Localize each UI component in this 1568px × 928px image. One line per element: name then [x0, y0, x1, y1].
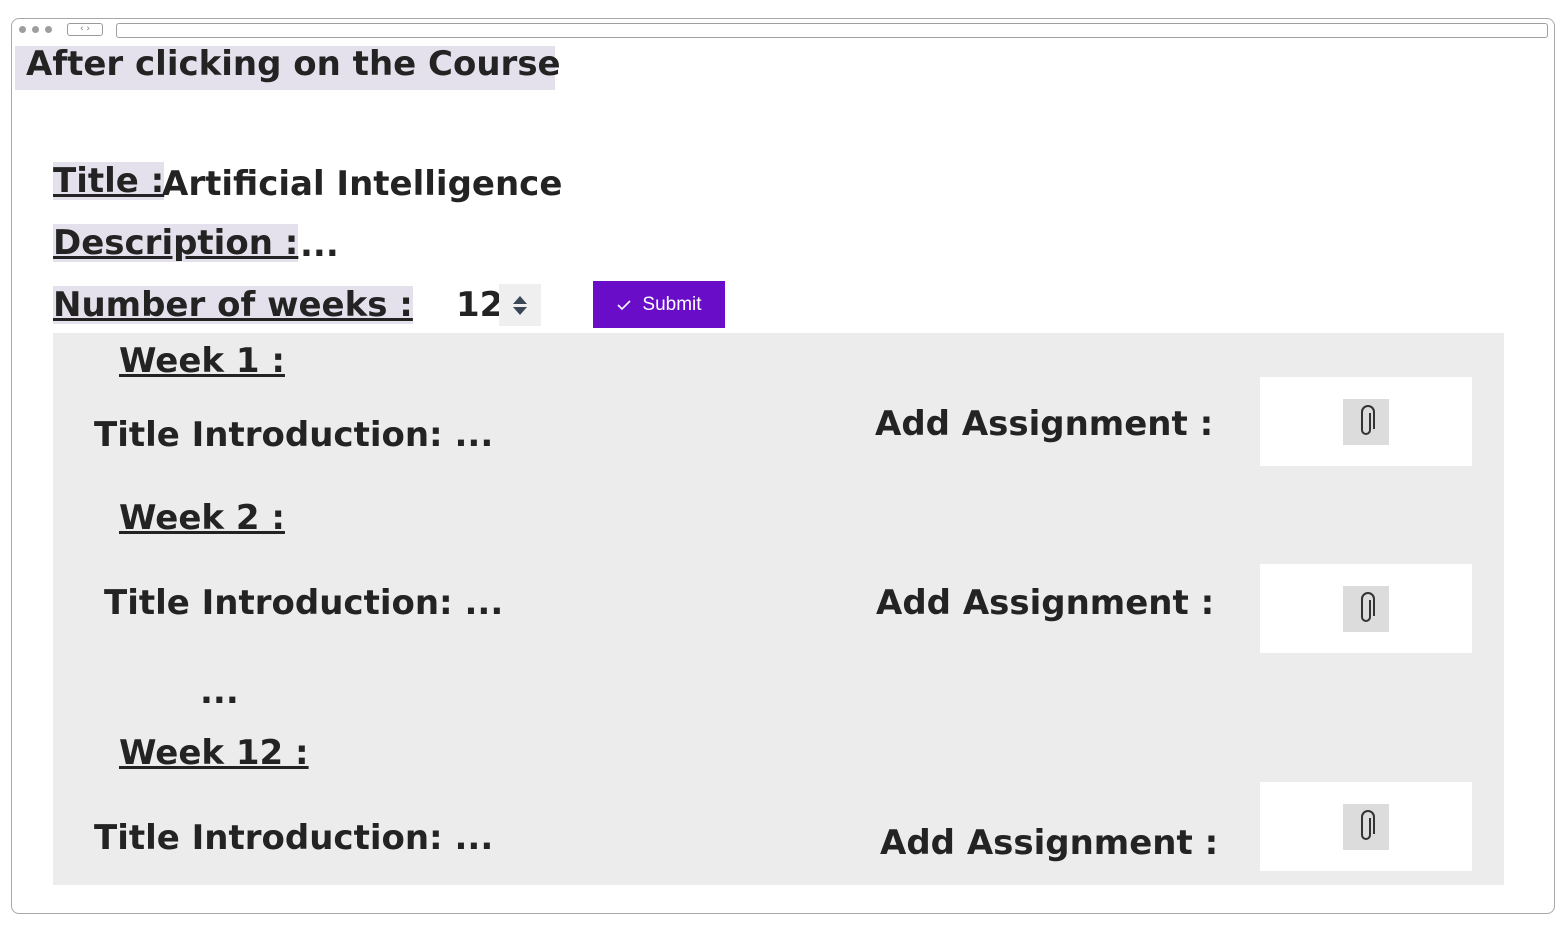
window-dot[interactable] — [32, 26, 39, 33]
week-12-label: Week 12 : — [119, 733, 309, 773]
weeks-panel: Week 1 : Title Introduction: ... Add Ass… — [53, 333, 1504, 885]
window-dot[interactable] — [45, 26, 52, 33]
week-1-attachment-dropzone[interactable] — [1260, 377, 1472, 466]
address-bar[interactable] — [116, 23, 1548, 38]
week-2-add-assignment-label: Add Assignment : — [876, 583, 1215, 623]
window-dot[interactable] — [19, 26, 26, 33]
window-controls — [19, 26, 52, 33]
submit-button-label: Submit — [642, 293, 702, 315]
more-weeks-ellipsis: ... — [200, 672, 239, 712]
weeks-stepper-icon[interactable] — [499, 284, 541, 326]
description-label: Description : — [53, 223, 299, 263]
week-1-label: Week 1 : — [119, 341, 285, 381]
week-12-add-assignment-label: Add Assignment : — [880, 823, 1219, 863]
title-label: Title : — [53, 161, 165, 201]
title-value: Artificial Intelligence — [162, 164, 563, 204]
chevron-up-icon[interactable] — [513, 295, 527, 304]
week-1-title-intro: Title Introduction: ... — [94, 415, 494, 455]
weeks-label: Number of weeks : — [53, 285, 413, 325]
weeks-count-input[interactable]: 12 — [456, 286, 503, 324]
week-12-attachment-dropzone[interactable] — [1260, 782, 1472, 871]
chevron-down-icon[interactable] — [513, 306, 527, 315]
week-2-attachment-dropzone[interactable] — [1260, 564, 1472, 653]
paperclip-icon[interactable] — [1343, 398, 1389, 445]
week-1-add-assignment-label: Add Assignment : — [875, 404, 1214, 444]
back-forward-button[interactable]: ‹ › — [67, 23, 103, 36]
submit-button[interactable]: Submit — [593, 281, 725, 328]
week-12-title-intro: Title Introduction: ... — [94, 818, 494, 858]
week-2-label: Week 2 : — [119, 498, 285, 538]
check-icon — [617, 299, 631, 310]
paperclip-icon[interactable] — [1343, 585, 1389, 632]
paperclip-icon[interactable] — [1343, 803, 1389, 850]
description-value: ... — [300, 225, 339, 265]
page-heading: After clicking on the Course — [15, 46, 561, 90]
week-2-title-intro: Title Introduction: ... — [104, 583, 504, 623]
